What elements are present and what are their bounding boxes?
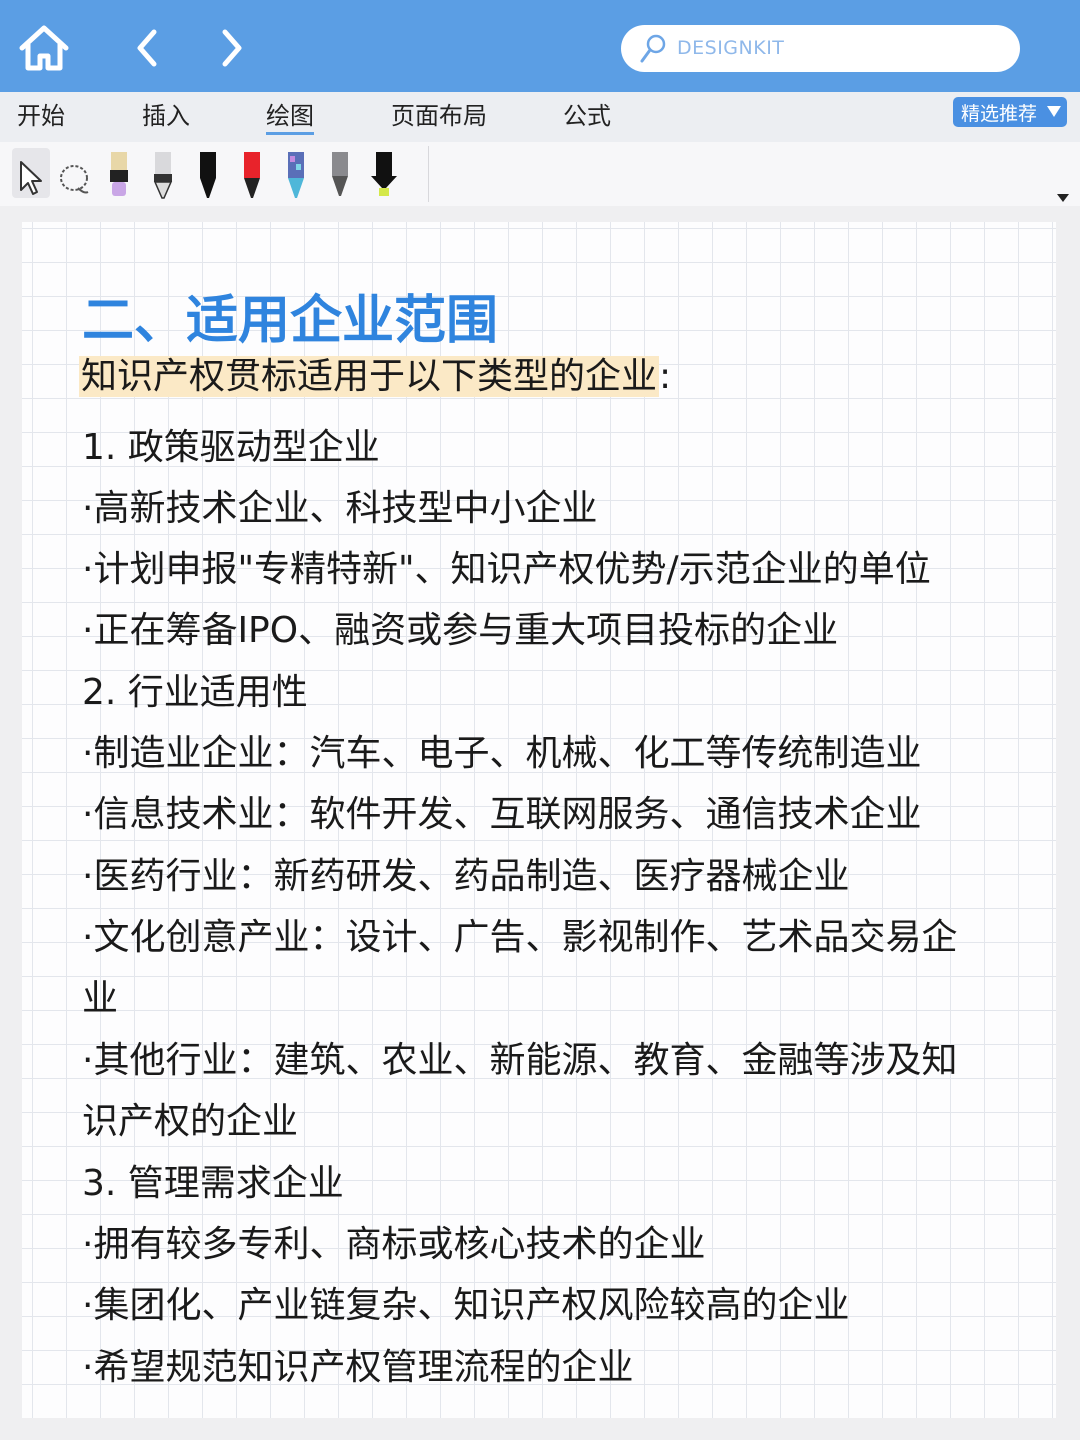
menu-draw[interactable]: 绘图 xyxy=(266,96,314,135)
bullet-item: ·文化创意产业：设计、广告、影视制作、艺术品交易企 xyxy=(82,917,958,958)
toolbar-divider xyxy=(428,146,429,202)
highlighter-yellow-icon[interactable] xyxy=(368,148,400,202)
pencil-gray-icon[interactable] xyxy=(148,148,178,202)
recommend-label: 精选推荐 xyxy=(961,103,1038,125)
menu-formula[interactable]: 公式 xyxy=(563,96,611,131)
search-box[interactable]: DESIGNKIT xyxy=(621,25,1020,72)
menu-start[interactable]: 开始 xyxy=(17,96,65,131)
bullet-item: ·信息技术业：软件开发、互联网服务、通信技术企业 xyxy=(82,794,922,835)
bullet-item: ·集团化、产业链复杂、知识产权风险较高的企业 xyxy=(82,1285,850,1326)
intro-line: 知识产权贯标适用于以下类型的企业: xyxy=(79,347,671,399)
intro-suffix: : xyxy=(659,356,672,397)
pen-galaxy-icon[interactable] xyxy=(281,148,311,202)
lasso-icon[interactable] xyxy=(58,148,92,202)
menu-bar: 开始 插入 绘图 页面布局 公式 xyxy=(0,92,1080,142)
highlighter-purple-icon[interactable] xyxy=(104,148,134,202)
section-title-2: 2. 行业适用性 xyxy=(82,672,308,713)
top-bar: DESIGNKIT xyxy=(0,0,1080,92)
intro-highlight: 知识产权贯标适用于以下类型的企业 xyxy=(79,356,660,397)
menu-insert[interactable]: 插入 xyxy=(142,96,190,131)
pen-gray-fine-icon[interactable] xyxy=(325,148,355,202)
bullet-item: ·正在筹备IPO、融资或参与重大项目投标的企业 xyxy=(82,610,839,651)
bullet-item: ·其他行业：建筑、农业、新能源、教育、金融等涉及知 xyxy=(82,1040,958,1081)
bullet-item-continuation: 识产权的企业 xyxy=(82,1101,299,1142)
bullet-item: ·拥有较多专利、商标或核心技术的企业 xyxy=(82,1224,706,1265)
menu-page-layout[interactable]: 页面布局 xyxy=(391,96,487,131)
section-title-1: 1. 政策驱动型企业 xyxy=(82,427,380,468)
toolbar-expand-icon[interactable] xyxy=(1057,194,1069,202)
bullet-item: ·医药行业：新药研发、药品制造、医疗器械企业 xyxy=(82,856,850,897)
pen-black-icon[interactable] xyxy=(193,148,223,202)
select-pointer-icon[interactable] xyxy=(15,148,45,202)
forward-arrow-icon[interactable] xyxy=(205,22,257,74)
bullet-item: ·制造业企业：汽车、电子、机械、化工等传统制造业 xyxy=(82,733,922,774)
back-arrow-icon[interactable] xyxy=(122,22,174,74)
bullet-item: ·计划申报"专精特新"、知识产权优势/示范企业的单位 xyxy=(82,549,931,590)
home-icon[interactable] xyxy=(18,22,70,74)
section-title-3: 3. 管理需求企业 xyxy=(82,1163,344,1204)
bullet-item-continuation: 业 xyxy=(82,978,119,1019)
drawing-toolbar xyxy=(0,142,1080,206)
bullet-item: ·高新技术企业、科技型中小企业 xyxy=(82,488,598,529)
recommend-button[interactable]: 精选推荐 xyxy=(953,97,1067,127)
section-heading: 二、适用企业范围 xyxy=(82,291,499,351)
pen-red-icon[interactable] xyxy=(237,148,267,202)
search-icon xyxy=(640,34,666,63)
dropdown-triangle-icon xyxy=(1047,106,1061,117)
search-placeholder: DESIGNKIT xyxy=(677,37,785,59)
bullet-item: ·希望规范知识产权管理流程的企业 xyxy=(82,1347,634,1388)
